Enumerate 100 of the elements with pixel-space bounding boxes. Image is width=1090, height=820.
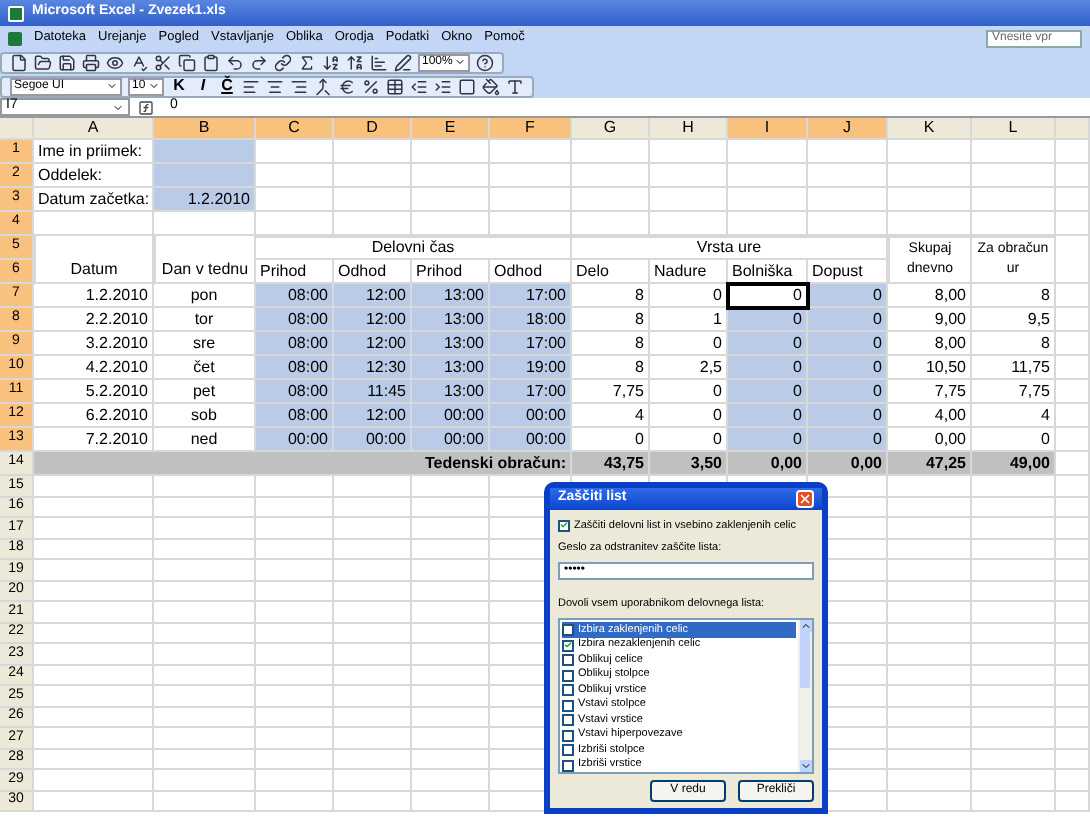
pen-icon[interactable] (394, 53, 412, 71)
empty-cell[interactable] (334, 212, 412, 236)
empty-cell[interactable] (334, 623, 412, 644)
empty-cell[interactable] (888, 791, 972, 812)
empty-cell[interactable] (154, 497, 256, 518)
empty-cell[interactable] (888, 476, 972, 497)
undo-icon[interactable] (226, 53, 244, 71)
scrollbar[interactable] (798, 620, 812, 773)
checkbox[interactable] (562, 669, 574, 681)
empty-cell[interactable] (412, 140, 490, 164)
empty-cell[interactable] (888, 581, 972, 602)
align-right-icon[interactable] (290, 77, 308, 95)
close-button[interactable] (796, 489, 814, 508)
empty-cell[interactable] (412, 212, 490, 236)
copy-icon[interactable] (178, 53, 196, 71)
input-cell[interactable]: 1.2.2010 (154, 188, 256, 212)
empty-cell[interactable] (154, 602, 256, 623)
empty-cell[interactable] (154, 560, 256, 581)
empty-cell[interactable] (154, 539, 256, 560)
empty-cell[interactable] (1056, 356, 1090, 380)
empty-cell[interactable] (1056, 212, 1090, 236)
empty-cell[interactable] (1056, 140, 1090, 164)
empty-cell[interactable] (334, 644, 412, 665)
empty-cell[interactable] (728, 188, 808, 212)
input-cell[interactable]: 0 (728, 284, 808, 308)
empty-cell[interactable] (412, 686, 490, 707)
empty-cell[interactable] (256, 602, 334, 623)
empty-cell[interactable] (888, 497, 972, 518)
empty-cell[interactable] (334, 164, 412, 188)
empty-cell[interactable] (334, 791, 412, 812)
sort-descending-icon[interactable] (346, 53, 364, 71)
format-button[interactable]: I (194, 78, 212, 94)
empty-cell[interactable] (888, 602, 972, 623)
empty-cell[interactable] (972, 560, 1056, 581)
empty-cell[interactable] (1056, 539, 1090, 560)
empty-cell[interactable] (334, 188, 412, 212)
empty-cell[interactable] (154, 581, 256, 602)
empty-cell[interactable] (334, 581, 412, 602)
input-cell[interactable] (154, 140, 256, 164)
input-cell[interactable]: 00:00 (256, 428, 334, 452)
empty-cell[interactable] (256, 686, 334, 707)
link-icon[interactable] (274, 53, 292, 71)
empty-cell[interactable] (808, 212, 888, 236)
empty-cell[interactable] (1056, 164, 1090, 188)
empty-cell[interactable] (334, 686, 412, 707)
empty-cell[interactable] (256, 791, 334, 812)
empty-cell[interactable] (1056, 686, 1090, 707)
input-cell[interactable]: 19:00 (490, 356, 572, 380)
empty-cell[interactable] (334, 728, 412, 749)
input-cell[interactable]: 0 (728, 404, 808, 428)
empty-cell[interactable] (412, 539, 490, 560)
input-cell[interactable]: 17:00 (490, 284, 572, 308)
empty-cell[interactable] (490, 140, 572, 164)
empty-cell[interactable] (412, 560, 490, 581)
column-header[interactable]: J (808, 118, 888, 140)
empty-cell[interactable] (334, 770, 412, 791)
empty-cell[interactable] (154, 623, 256, 644)
empty-cell[interactable] (412, 770, 490, 791)
empty-cell[interactable] (572, 164, 650, 188)
input-cell[interactable]: 12:00 (334, 284, 412, 308)
spellcheck-icon[interactable] (130, 53, 148, 71)
sum-icon[interactable] (298, 53, 316, 71)
empty-cell[interactable] (888, 140, 972, 164)
empty-cell[interactable] (256, 728, 334, 749)
input-cell[interactable]: 17:00 (490, 380, 572, 404)
empty-cell[interactable] (888, 539, 972, 560)
empty-cell[interactable] (972, 164, 1056, 188)
empty-cell[interactable] (154, 749, 256, 770)
sort-ascending-icon[interactable] (322, 53, 340, 71)
empty-cell[interactable] (154, 665, 256, 686)
input-cell[interactable]: 12:00 (334, 332, 412, 356)
checkbox[interactable] (562, 654, 574, 666)
empty-cell[interactable] (334, 140, 412, 164)
empty-cell[interactable] (412, 188, 490, 212)
input-cell[interactable]: 08:00 (256, 356, 334, 380)
column-header[interactable]: G (572, 118, 650, 140)
empty-cell[interactable] (888, 770, 972, 791)
empty-cell[interactable] (490, 188, 572, 212)
checkbox[interactable] (562, 684, 574, 696)
input-cell[interactable]: 08:00 (256, 308, 334, 332)
empty-cell[interactable] (1056, 602, 1090, 623)
input-cell[interactable]: 12:00 (334, 404, 412, 428)
input-cell[interactable]: 0 (728, 428, 808, 452)
empty-cell[interactable] (334, 560, 412, 581)
input-cell[interactable]: 0 (728, 308, 808, 332)
empty-cell[interactable] (888, 644, 972, 665)
empty-cell[interactable] (972, 791, 1056, 812)
empty-cell[interactable] (650, 188, 728, 212)
empty-cell[interactable] (972, 581, 1056, 602)
empty-cell[interactable] (728, 212, 808, 236)
empty-cell[interactable] (888, 749, 972, 770)
input-cell[interactable]: 13:00 (412, 284, 490, 308)
scroll-thumb[interactable] (800, 632, 810, 689)
border-icon[interactable] (458, 77, 476, 95)
empty-cell[interactable] (1056, 284, 1090, 308)
format-button[interactable]: K (170, 78, 188, 94)
empty-cell[interactable] (256, 644, 334, 665)
empty-cell[interactable] (808, 140, 888, 164)
help-icon[interactable] (476, 53, 494, 71)
save-icon[interactable] (58, 53, 76, 71)
